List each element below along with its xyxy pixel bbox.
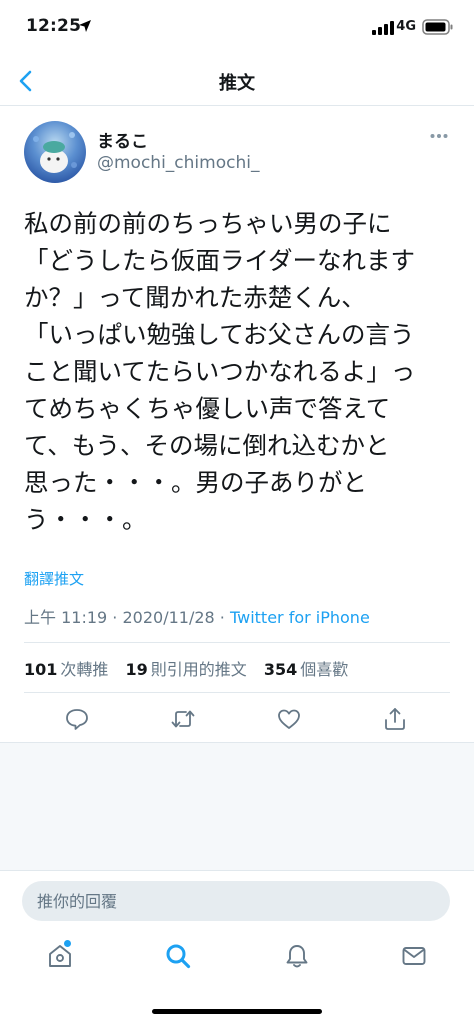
tweet-meta: 上午 11:19 · 2020/11/28 · Twitter for iPho… xyxy=(24,604,370,628)
home-notification-dot xyxy=(64,940,71,947)
stats-row: 101 次轉推 19 則引用的推文 354 個喜歡 xyxy=(24,656,360,680)
signal-bars-icon xyxy=(372,21,394,35)
battery-icon xyxy=(422,19,453,35)
home-icon[interactable] xyxy=(46,942,74,970)
search-icon[interactable] xyxy=(164,942,192,970)
more-dots-icon[interactable] xyxy=(430,133,448,139)
notifications-bell-icon[interactable] xyxy=(283,942,311,970)
home-indicator[interactable] xyxy=(152,1009,322,1014)
tweet-text: 私の前の前のちっちゃい男の子に 「どうしたら仮面ライダーなれます か？」って聞か… xyxy=(24,209,416,534)
reply-bar xyxy=(0,870,474,932)
status-time: 12:25 xyxy=(26,16,82,36)
likes-stat[interactable]: 354 個喜歡 xyxy=(264,660,360,679)
network-label: 4G xyxy=(396,19,416,34)
page-title: 推文 xyxy=(219,73,255,94)
avatar[interactable] xyxy=(24,121,86,183)
tweet-time: 上午 11:19 xyxy=(24,608,108,627)
author-name[interactable]: まるこ xyxy=(97,127,148,152)
divider xyxy=(24,642,450,643)
retweets-stat[interactable]: 101 次轉推 xyxy=(24,660,120,679)
author-handle[interactable]: @mochi_chimochi_ xyxy=(97,153,259,173)
translate-link[interactable]: 翻譯推文 xyxy=(24,568,84,589)
quotes-stat[interactable]: 19 則引用的推文 xyxy=(126,660,259,679)
reply-bubble-icon[interactable] xyxy=(64,706,90,732)
meta-separator: · xyxy=(112,608,118,627)
nav-bar: 推文 xyxy=(0,56,474,106)
heart-icon[interactable] xyxy=(276,706,302,732)
meta-separator: · xyxy=(219,608,225,627)
divider xyxy=(24,692,450,693)
reply-input[interactable] xyxy=(22,881,450,921)
retweet-icon[interactable] xyxy=(170,706,196,732)
tweet-source-link[interactable]: Twitter for iPhone xyxy=(230,608,370,627)
location-arrow-icon xyxy=(79,20,91,32)
messages-mail-icon[interactable] xyxy=(400,942,428,970)
status-bar: 12:25 4G xyxy=(0,0,474,56)
tweet-date: 2020/11/28 xyxy=(122,608,215,627)
empty-replies-area xyxy=(0,742,474,870)
share-icon[interactable] xyxy=(382,706,408,732)
tweet-actions xyxy=(0,700,474,740)
